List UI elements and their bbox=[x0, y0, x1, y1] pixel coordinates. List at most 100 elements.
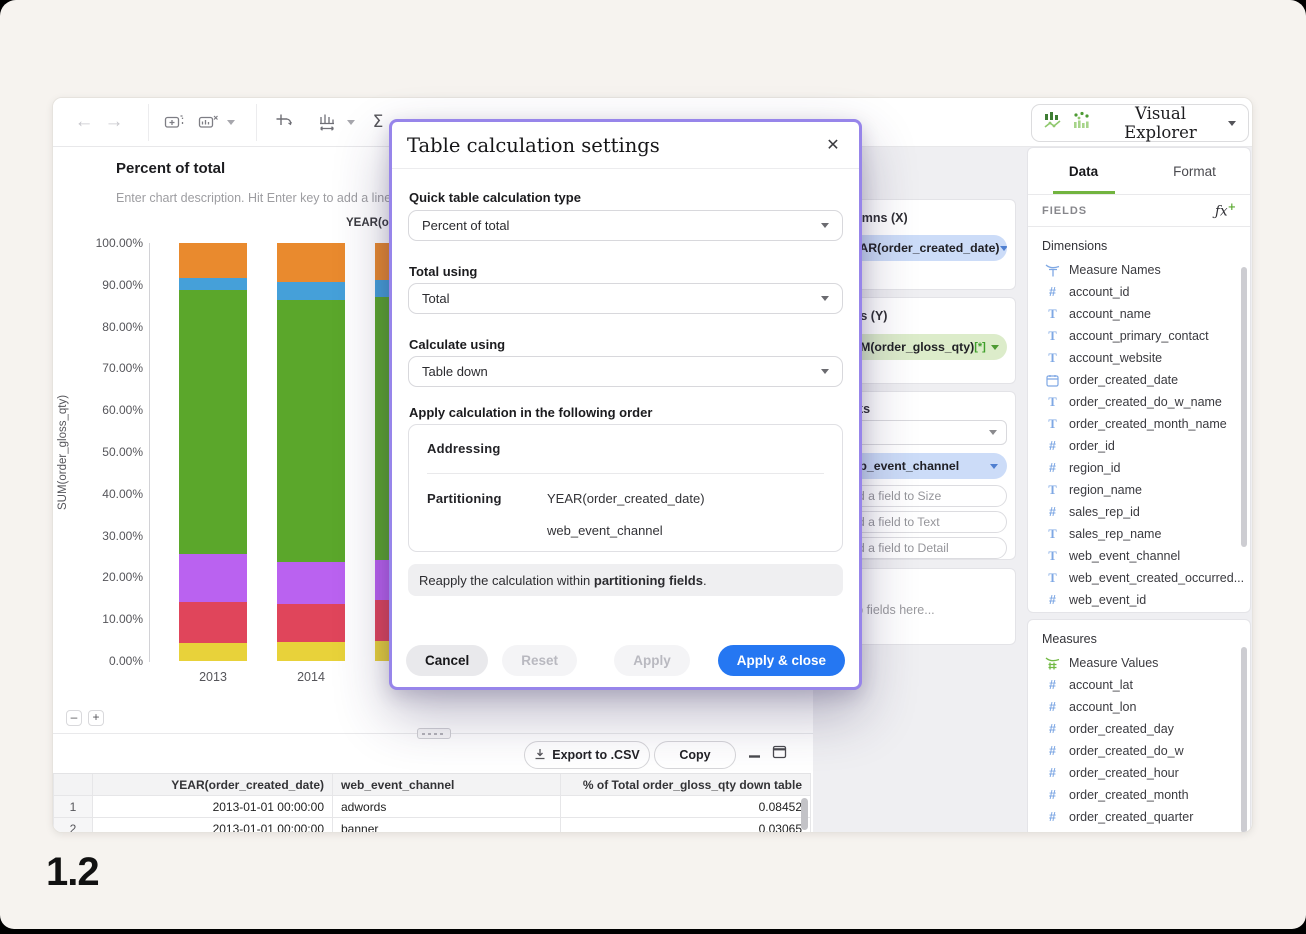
field-item[interactable]: #region_id bbox=[1028, 457, 1250, 479]
field-item[interactable]: # order_created_do_w bbox=[1028, 740, 1250, 762]
apply-button[interactable]: Apply bbox=[614, 645, 690, 676]
export-csv-button[interactable]: Export to .CSV bbox=[524, 741, 650, 769]
field-item[interactable]: Torder_created_month_name bbox=[1028, 413, 1250, 435]
y-axis-title: SUM(order_gloss_qty) bbox=[55, 243, 71, 661]
table-header-cell: YEAR(order_created_date) bbox=[93, 774, 333, 795]
number-icon: # bbox=[1045, 593, 1060, 608]
bar-segment-2013[interactable] bbox=[179, 243, 247, 278]
bar-segment-2013[interactable] bbox=[179, 602, 247, 644]
field-name: order_id bbox=[1069, 439, 1115, 453]
table-header-cell: % of Total order_gloss_qty down table bbox=[561, 774, 811, 795]
field-item[interactable]: #account_lat bbox=[1028, 674, 1250, 696]
table-scrollbar[interactable] bbox=[801, 798, 808, 830]
dimensions-scrollbar[interactable] bbox=[1241, 267, 1247, 547]
field-item[interactable]: #order_id bbox=[1028, 435, 1250, 457]
number-icon: # bbox=[1045, 744, 1060, 759]
table-calc-settings-modal: Table calculation settings ✕ Quick table… bbox=[389, 119, 862, 690]
explorer-caret-icon bbox=[1228, 121, 1236, 126]
table-cell: 0.08452 bbox=[561, 796, 811, 817]
maximize-panel-icon[interactable] bbox=[772, 745, 787, 764]
bar-segment-2013[interactable] bbox=[179, 278, 247, 291]
field-item[interactable]: Torder_created_do_w_name bbox=[1028, 391, 1250, 413]
field-item[interactable]: #order_created_month bbox=[1028, 784, 1250, 806]
resize-drag-handle[interactable] bbox=[417, 728, 451, 739]
field-item[interactable]: # sales_rep_id bbox=[1028, 501, 1250, 523]
undo-back-button[interactable]: ← bbox=[72, 109, 96, 135]
measures-scrollbar[interactable] bbox=[1241, 647, 1247, 833]
pill-caret-icon bbox=[1000, 246, 1008, 251]
select-caret-icon bbox=[821, 223, 829, 228]
field-item[interactable]: Tweb_event_channel bbox=[1028, 545, 1250, 567]
y-tick-label: 70.00% bbox=[71, 361, 143, 375]
copy-button[interactable]: Copy bbox=[654, 741, 736, 769]
chart-description-placeholder[interactable]: Enter chart description. Hit Enter key t… bbox=[116, 191, 391, 205]
close-icon[interactable]: ✕ bbox=[822, 135, 844, 155]
bar-segment-2014[interactable] bbox=[277, 282, 345, 300]
field-item[interactable]: Tregion_name bbox=[1028, 479, 1250, 501]
field-item[interactable]: Tweb_event_created_occurred... bbox=[1028, 567, 1250, 589]
field-item[interactable]: order_created_date bbox=[1028, 369, 1250, 391]
field-name: sales_rep_name bbox=[1069, 527, 1161, 541]
field-item[interactable]: Taccount_primary_contact bbox=[1028, 325, 1250, 347]
zoom-in-button[interactable]: + bbox=[88, 710, 104, 726]
field-item[interactable]: Taccount_website bbox=[1028, 347, 1250, 369]
tab-format[interactable]: Format bbox=[1139, 148, 1250, 194]
visual-explorer-selector[interactable]: Visual Explorer bbox=[1031, 104, 1249, 142]
apply-close-button[interactable]: Apply & close bbox=[718, 645, 845, 676]
partitioning-field-value: YEAR(order_created_date) bbox=[547, 491, 705, 506]
number-icon: # bbox=[1045, 766, 1060, 781]
explorer-title: Visual Explorer bbox=[1100, 104, 1221, 142]
table-cell: 0.03065 bbox=[561, 818, 811, 833]
field-item[interactable]: Taccount_name bbox=[1028, 303, 1250, 325]
bar-segment-2014[interactable] bbox=[277, 604, 345, 642]
bar-segment-2014[interactable] bbox=[277, 562, 345, 604]
field-item[interactable]: #web_event_id bbox=[1028, 589, 1250, 611]
columns-pill-label: YEAR(order_created_date) bbox=[843, 241, 1000, 255]
number-icon: # bbox=[1045, 461, 1060, 476]
field-name: sales_rep_id bbox=[1069, 505, 1140, 519]
zoom-out-button[interactable]: – bbox=[66, 710, 82, 726]
bar-segment-2013[interactable] bbox=[179, 643, 247, 661]
bar-segment-2014[interactable] bbox=[277, 243, 345, 282]
bar-segment-2013[interactable] bbox=[179, 554, 247, 602]
field-item[interactable]: #account_id bbox=[1028, 281, 1250, 303]
tab-data[interactable]: Data bbox=[1028, 148, 1139, 194]
field-name: order_created_do_w bbox=[1069, 744, 1184, 758]
swap-axes-icon[interactable] bbox=[271, 109, 297, 135]
data-card: Data Format FIELDS ƒx+ Dimensions Measur… bbox=[1027, 147, 1251, 613]
field-item[interactable]: Measure Names bbox=[1028, 259, 1250, 281]
reset-button[interactable]: Reset bbox=[502, 645, 577, 676]
cancel-button[interactable]: Cancel bbox=[406, 645, 488, 676]
note-suffix: . bbox=[703, 573, 707, 588]
total-using-select[interactable]: Total bbox=[408, 283, 843, 314]
remove-chart-icon[interactable] bbox=[195, 109, 221, 135]
table-row: 12013-01-01 00:00:00adwords0.08452 bbox=[53, 796, 811, 818]
minimize-panel-icon[interactable] bbox=[747, 747, 762, 765]
number-icon: # bbox=[1045, 505, 1060, 520]
y-tick-label: 20.00% bbox=[71, 570, 143, 584]
field-item[interactable]: #order_created_hour bbox=[1028, 762, 1250, 784]
text-icon: T bbox=[1045, 549, 1060, 564]
bar-segment-2014[interactable] bbox=[277, 642, 345, 661]
quick-type-select[interactable]: Percent of total bbox=[408, 210, 843, 241]
field-item[interactable]: #order_created_day bbox=[1028, 718, 1250, 740]
bar-segment-2014[interactable] bbox=[277, 300, 345, 562]
bin-histogram-caret-icon[interactable] bbox=[345, 109, 357, 135]
field-item[interactable]: #order_created_week bbox=[1028, 828, 1250, 833]
measure-names-icon bbox=[1045, 263, 1060, 278]
redo-forward-button[interactable]: → bbox=[102, 109, 126, 135]
field-item[interactable]: Tsales_rep_name bbox=[1028, 523, 1250, 545]
calculate-using-select[interactable]: Table down bbox=[408, 356, 843, 387]
field-item[interactable]: Measure Values bbox=[1028, 652, 1250, 674]
add-formula-icon[interactable]: ƒx+ bbox=[1215, 202, 1236, 220]
field-item[interactable]: #account_lon bbox=[1028, 696, 1250, 718]
bin-histogram-icon[interactable] bbox=[315, 109, 341, 135]
table-row: 22013-01-01 00:00:00banner0.03065 bbox=[53, 818, 811, 833]
bar-segment-2013[interactable] bbox=[179, 290, 247, 554]
field-item[interactable]: #order_created_quarter bbox=[1028, 806, 1250, 828]
text-icon: T bbox=[1045, 395, 1060, 410]
field-name: order_created_month_name bbox=[1069, 417, 1227, 431]
sigma-aggregate-icon[interactable]: Σ bbox=[367, 109, 389, 135]
remove-chart-caret-icon[interactable] bbox=[225, 109, 237, 135]
duplicate-chart-icon[interactable] bbox=[161, 109, 187, 135]
